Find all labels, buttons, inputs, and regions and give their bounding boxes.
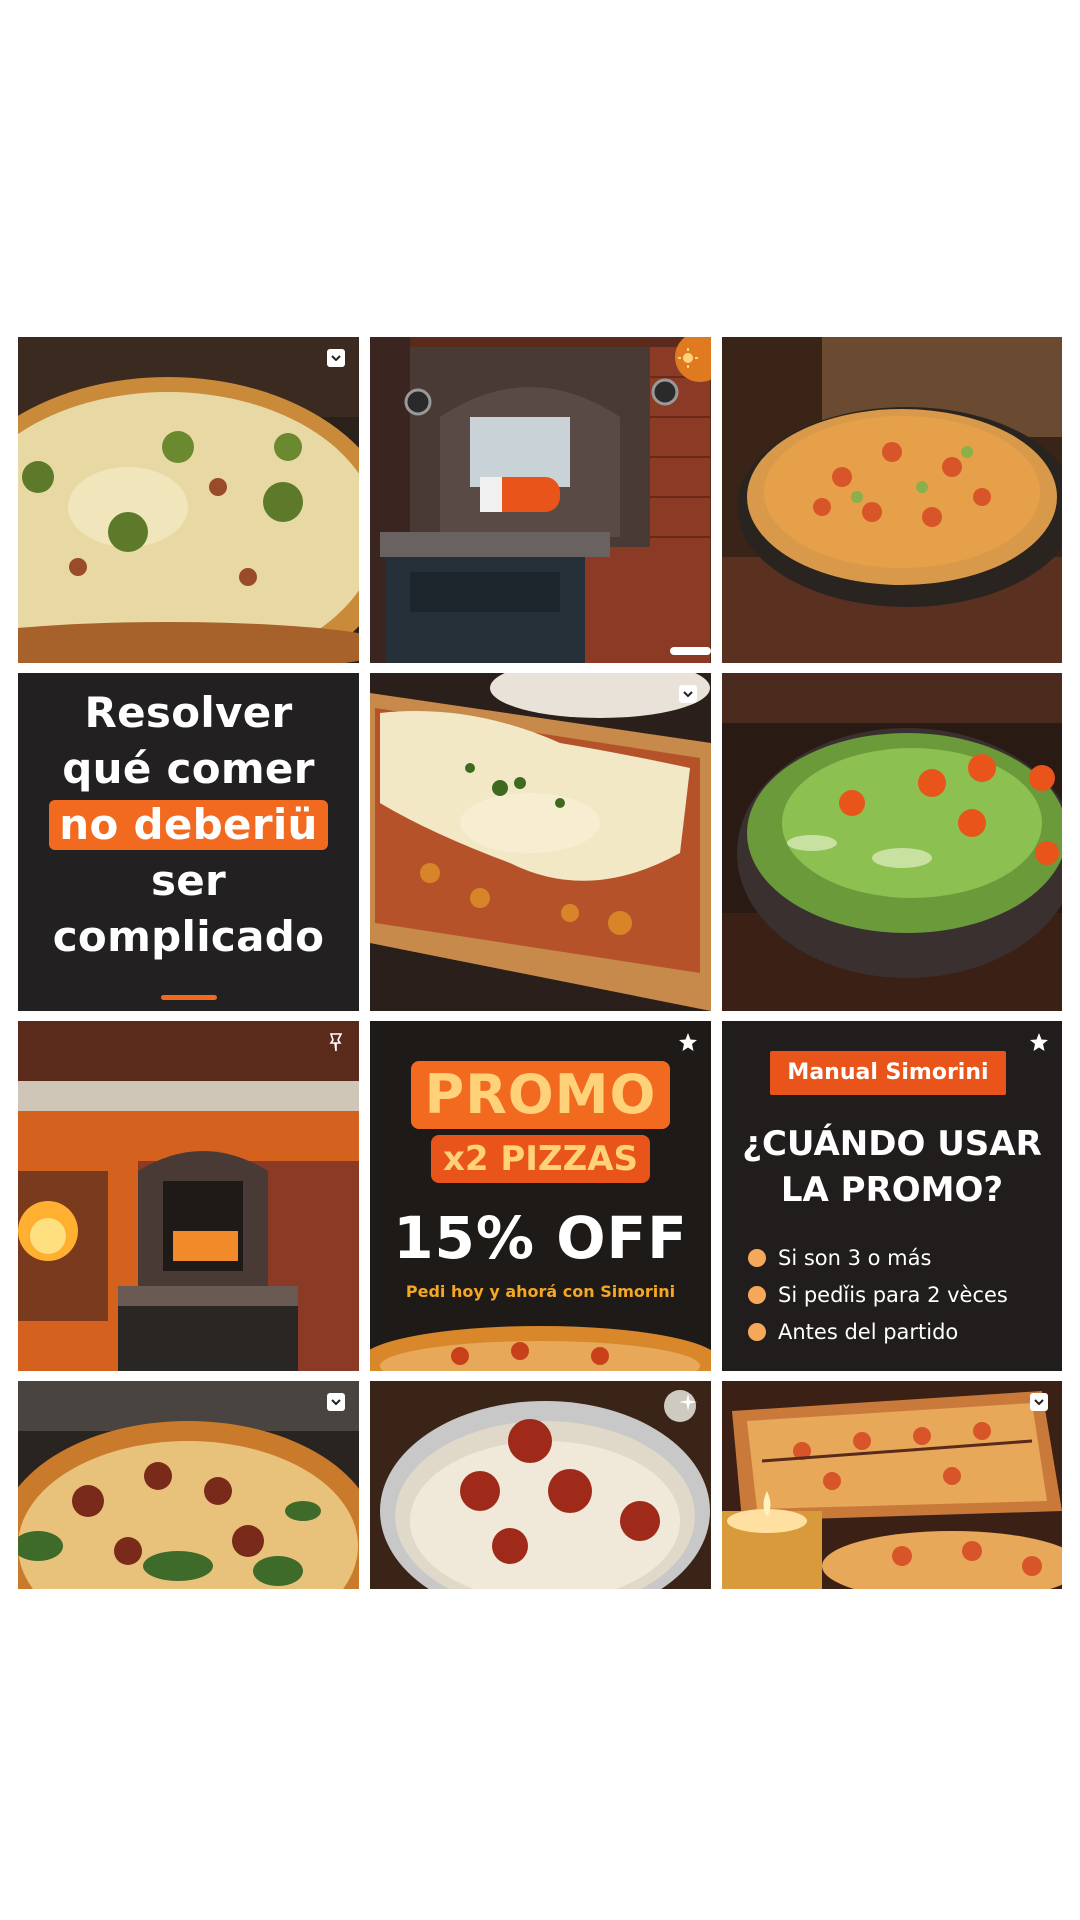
star-icon[interactable] <box>1026 1029 1052 1055</box>
resolver-highlight-line: no deberiü <box>49 799 328 850</box>
sun-icon[interactable] <box>675 345 701 371</box>
rect-pizza-image <box>722 1381 1062 1589</box>
manual-badge: Manual Simorini <box>770 1051 1006 1095</box>
bookmark-icon[interactable] <box>323 1389 349 1415</box>
photo-tile-pizza-pan[interactable] <box>722 337 1062 663</box>
list-item: Si son 3 o más <box>748 1239 1008 1276</box>
photo-tile-pizza-olives[interactable] <box>18 337 359 663</box>
resolver-line-1: Resolver <box>84 687 293 737</box>
photo-tile-rect-pizza[interactable] <box>722 1381 1062 1589</box>
manual-question-line-2: LA PROMO? <box>780 1170 1004 1210</box>
pizza-pan-image <box>722 337 1062 663</box>
promo-discount: 15% OFF <box>393 1204 688 1272</box>
bookmark-icon[interactable] <box>1026 1389 1052 1415</box>
list-item-text: Si son 3 o más <box>778 1245 932 1270</box>
promo-content: PROMO x2 PIZZAS 15% OFF Pedi hoy y ahorá… <box>370 1061 711 1303</box>
oven-fire-image <box>18 1021 359 1371</box>
photo-tile-salad[interactable] <box>722 673 1062 1011</box>
resolver-line-4: ser complicado <box>52 855 325 961</box>
manual-list: Si son 3 o más Si pedǐis para 2 vèces An… <box>748 1239 1008 1350</box>
brick-oven-image <box>370 337 711 663</box>
photo-tile-pizza-meat[interactable] <box>370 1381 711 1589</box>
bullet-dot <box>748 1285 766 1304</box>
photo-tile-brick-oven[interactable] <box>370 337 711 663</box>
pizza-greens-image <box>18 1381 359 1589</box>
manual-question-line-1: ¿CUÁNDO USAR <box>742 1124 1042 1164</box>
pizza-olives-image <box>18 337 359 663</box>
photo-tile-oven-fire[interactable] <box>18 1021 359 1371</box>
sparkle-icon[interactable] <box>675 1389 701 1415</box>
promo-title: PROMO <box>410 1061 671 1129</box>
manual-question: ¿CUÁNDO USAR LA PROMO? <box>722 1121 1062 1213</box>
promo-subtitle: x2 PIZZAS <box>430 1135 651 1183</box>
bullet-dot <box>748 1248 766 1267</box>
image-grid: Resolver qué comer no deberiü ser compli… <box>18 337 1062 1589</box>
bookmark-icon[interactable] <box>323 345 349 371</box>
list-item: Si pedǐis para 2 vèces <box>748 1276 1008 1313</box>
star-icon[interactable] <box>675 1029 701 1055</box>
list-item-text: Antes del partido <box>778 1319 959 1344</box>
manual-tile[interactable]: Manual Simorini ¿CUÁNDO USAR LA PROMO? S… <box>722 1021 1062 1371</box>
photo-tile-pizza-greens[interactable] <box>18 1381 359 1589</box>
list-item: Antes del partido <box>748 1313 1008 1350</box>
resolver-line-2: qué comer <box>62 743 315 793</box>
salad-image <box>722 673 1062 1011</box>
text-tile-resolver[interactable]: Resolver qué comer no deberiü ser compli… <box>18 673 359 1011</box>
bullet-dot <box>748 1322 766 1341</box>
list-item-text: Si pedǐis para 2 vèces <box>778 1282 1008 1307</box>
pin-icon[interactable] <box>323 1029 349 1055</box>
flatbread-image <box>370 673 711 1011</box>
photo-tile-flatbread[interactable] <box>370 673 711 1011</box>
promo-tile[interactable]: PROMO x2 PIZZAS 15% OFF Pedi hoy y ahorá… <box>370 1021 711 1371</box>
pizza-meat-image <box>370 1381 711 1589</box>
promo-caption: Pedi hoy y ahorá con Simorini <box>405 1282 676 1301</box>
bookmark-icon[interactable] <box>675 681 701 707</box>
accent-underline <box>160 994 217 1000</box>
